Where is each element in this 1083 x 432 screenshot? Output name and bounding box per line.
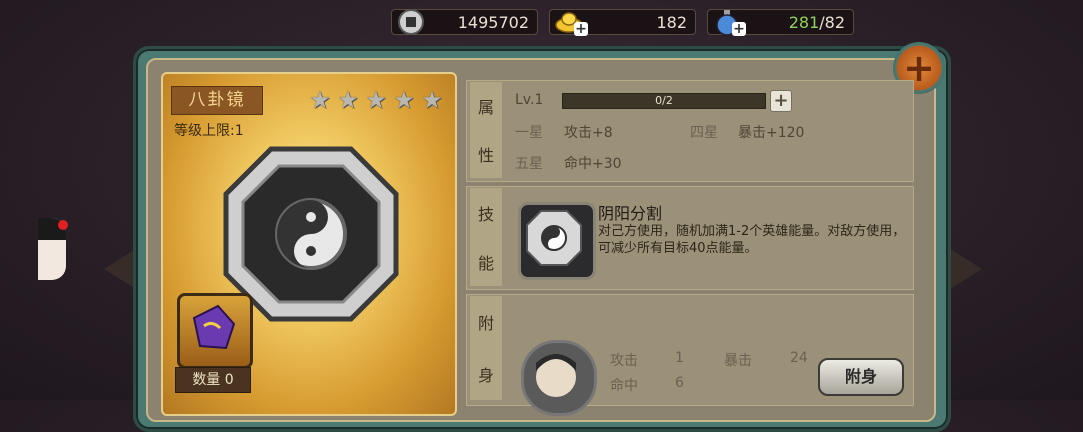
attribute-progress-text: 0/2 [655,94,673,107]
star-icon: ★ [337,86,359,114]
stamina-counter: + 281/82 [707,9,854,36]
add-stamina-button[interactable]: + [732,22,746,36]
attach-stat-value: 6 [675,375,684,391]
purple-crystal-icon [192,304,236,350]
upgrade-plus-button[interactable]: + [770,90,792,112]
equipment-name: 八卦镜 [171,86,263,115]
star-icon: ★ [393,86,415,114]
hero-avatar[interactable] [521,340,597,416]
attach-stat-value: 1 [675,350,684,366]
silver-coin-icon [398,9,424,35]
attribute-line-label: 五星 [515,156,543,172]
star-rating: ★ ★ ★ ★ ★ [308,88,444,112]
gold-value: 182 [656,12,687,32]
stamina-max: /82 [819,12,845,32]
stamina-current: 281 [788,12,820,32]
attach-tab-label-top: 附 [477,314,494,333]
attribute-line-label: 一星 [515,125,543,141]
attribute-line-label: 四星 [690,125,718,141]
attribute-line-value: 暴击+120 [738,125,805,141]
material-slot[interactable] [177,293,253,369]
attach-stat-value: 24 [790,350,808,366]
attribute-line-value: 攻击+8 [564,125,613,141]
star-icon: ★ [309,86,331,114]
skill-title: 阴阳分割 [598,204,663,223]
attach-stat-label: 暴击 [724,353,752,369]
attribute-line-value: 命中+30 [564,156,622,172]
character-badge-icon [58,220,68,230]
level-cap: 等级上限:1 [174,123,244,139]
attach-tab: 附 身 [470,296,502,400]
coin-value: 1495702 [457,12,529,32]
attach-button[interactable]: 附身 [818,358,904,396]
skill-tab-label-bottom: 能 [477,253,494,273]
star-icon: ★ [365,86,387,114]
skill-tab: 技 能 [470,188,502,286]
attributes-tab: 属 性 [470,82,502,178]
material-quantity: 数量 0 [175,367,251,393]
attributes-tab-label-top: 属 [477,98,494,117]
side-character-avatar [38,218,68,280]
skill-description: 对己方使用，随机加满1-2个英雄能量。对敌方使用，可减少所有目标40点能量。 [598,224,906,256]
yin-yang-skill-icon [526,210,582,266]
attributes-tab-label-bottom: 性 [477,146,494,165]
star-icon: ★ [421,86,443,114]
skill-tab-label-top: 技 [477,204,494,224]
attribute-progress-bar: 0/2 [562,93,766,109]
add-gold-button[interactable]: + [574,22,588,36]
hero-portrait-icon [536,354,576,397]
attach-stat-label: 攻击 [610,353,638,369]
attach-stat-label: 命中 [610,378,638,394]
attribute-level: Lv.1 [515,92,544,108]
coin-counter: 1495702 [391,9,538,35]
skill-icon-frame[interactable] [518,202,596,280]
attach-tab-label-bottom: 身 [477,366,494,385]
gold-counter: + 182 [549,9,696,36]
